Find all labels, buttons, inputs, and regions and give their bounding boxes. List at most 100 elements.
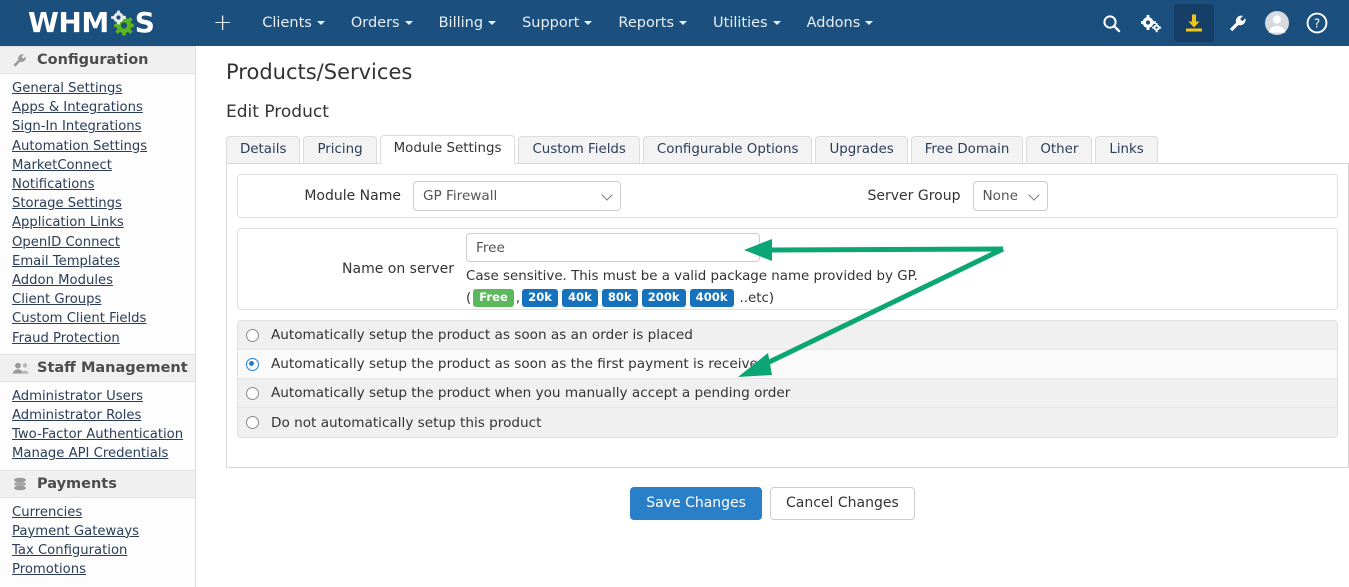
tab-details[interactable]: Details <box>226 136 301 163</box>
module-name-select-wrap: GP Firewall <box>413 181 621 211</box>
brand-text-right: S <box>134 6 155 39</box>
nav-item-utilities[interactable]: Utilities <box>700 0 794 46</box>
sidebar-section-title: Payments <box>37 475 117 492</box>
nav-label-support: Support <box>522 15 580 31</box>
sidebar-item-fraud-protection[interactable]: Fraud Protection <box>12 329 195 348</box>
tab-upgrades[interactable]: Upgrades <box>815 136 908 163</box>
tab-configurable-options[interactable]: Configurable Options <box>642 136 813 163</box>
search-icon[interactable] <box>1091 0 1131 46</box>
radio-no-auto-setup[interactable] <box>246 416 259 429</box>
chevron-down-icon <box>584 21 593 25</box>
package-badge-40k: 40k <box>561 289 598 307</box>
auto-setup-option-label: Do not automatically setup this product <box>271 414 542 431</box>
name-on-server-input[interactable] <box>466 233 760 262</box>
brand-text-left: WHM <box>28 6 109 39</box>
sidebar-item-storage-settings[interactable]: Storage Settings <box>12 194 195 213</box>
sidebar-item-application-links[interactable]: Application Links <box>12 213 195 232</box>
save-changes-button[interactable]: Save Changes <box>630 487 762 520</box>
nav-label-clients: Clients <box>262 15 312 31</box>
user-avatar-icon[interactable] <box>1257 0 1297 46</box>
auto-setup-option-label: Automatically setup the product as soon … <box>271 356 767 372</box>
sidebar-item-marketconnect[interactable]: MarketConnect <box>12 156 195 175</box>
auto-setup-option-manual-accept[interactable]: Automatically setup the product when you… <box>238 379 1337 408</box>
radio-order-placed[interactable] <box>246 328 259 342</box>
name-on-server-row: Name on server Case sensitive. This must… <box>237 228 1338 310</box>
wrench-icon[interactable] <box>1217 0 1257 46</box>
page-title: Products/Services <box>226 60 413 84</box>
module-name-select[interactable]: GP Firewall <box>413 181 621 211</box>
auto-setup-option-order-placed[interactable]: Automatically setup the product as soon … <box>238 321 1337 350</box>
sidebar-section-title: Staff Management <box>37 359 188 376</box>
sidebar-item-addon-modules[interactable]: Addon Modules <box>12 271 195 290</box>
module-settings-panel: Module Name GP Firewall Server Group Non… <box>226 163 1349 468</box>
sidebar-item-administrator-roles[interactable]: Administrator Roles <box>12 406 195 425</box>
badge-separator: , <box>515 290 521 306</box>
download-icon[interactable] <box>1174 4 1214 42</box>
nav-item-orders[interactable]: Orders <box>338 0 426 46</box>
auto-setup-option-first-payment[interactable]: Automatically setup the product as soon … <box>238 350 1337 379</box>
tab-module-settings[interactable]: Module Settings <box>379 135 516 164</box>
package-badge-free: Free <box>473 289 514 307</box>
sidebar-item-administrator-users[interactable]: Administrator Users <box>12 387 195 406</box>
sidebar-item-tax-configuration[interactable]: Tax Configuration <box>12 541 195 560</box>
sidebar-item-automation-settings[interactable]: Automation Settings <box>12 137 195 156</box>
badge-prefix: ( <box>466 290 472 306</box>
sidebar-section-header-staff-management: Staff Management <box>0 353 195 382</box>
chevron-down-icon <box>488 21 497 25</box>
sidebar-section-header-payments: Payments <box>0 469 195 498</box>
chevron-down-icon <box>679 21 688 25</box>
module-selection-row: Module Name GP Firewall Server Group Non… <box>237 174 1338 218</box>
tab-free-domain[interactable]: Free Domain <box>910 136 1024 163</box>
sidebar-item-openid-connect[interactable]: OpenID Connect <box>12 233 195 252</box>
radio-first-payment[interactable] <box>246 357 259 371</box>
nav-label-utilities: Utilities <box>713 15 768 31</box>
sidebar-item-currencies[interactable]: Currencies <box>12 503 195 522</box>
top-navbar: WHM S + Clients Orders Billing Support R… <box>0 0 1349 46</box>
nav-add-button[interactable]: + <box>196 0 249 46</box>
auto-setup-option-none[interactable]: Do not automatically setup this product <box>238 408 1337 437</box>
radio-manual-accept[interactable] <box>246 386 259 400</box>
sidebar-item-manage-api-credentials[interactable]: Manage API Credentials <box>12 444 195 463</box>
sidebar-item-custom-client-fields[interactable]: Custom Client Fields <box>12 309 195 328</box>
chevron-down-icon <box>772 21 781 25</box>
tab-custom-fields[interactable]: Custom Fields <box>518 136 640 163</box>
sidebar-item-notifications[interactable]: Notifications <box>12 175 195 194</box>
auto-setup-option-label: Automatically setup the product as soon … <box>271 327 693 343</box>
nav-item-support[interactable]: Support <box>509 0 605 46</box>
nav-item-billing[interactable]: Billing <box>426 0 509 46</box>
gears-icon[interactable] <box>1131 0 1171 46</box>
cancel-changes-button[interactable]: Cancel Changes <box>769 487 915 520</box>
tab-pricing[interactable]: Pricing <box>303 136 377 163</box>
sidebar-item-client-groups[interactable]: Client Groups <box>12 290 195 309</box>
chevron-down-icon <box>404 21 413 25</box>
nav-item-clients[interactable]: Clients <box>249 0 338 46</box>
nav-item-reports[interactable]: Reports <box>605 0 700 46</box>
server-group-select[interactable]: None <box>972 181 1048 211</box>
tab-other[interactable]: Other <box>1026 136 1093 163</box>
sidebar-section-title: Configuration <box>37 52 149 68</box>
sidebar-item-general-settings[interactable]: General Settings <box>12 79 195 98</box>
gear-logo-icon <box>109 10 135 36</box>
sidebar-item-email-templates[interactable]: Email Templates <box>12 252 195 271</box>
whmcs-logo[interactable]: WHM S <box>0 0 196 46</box>
tab-links[interactable]: Links <box>1095 136 1158 163</box>
svg-text:?: ? <box>1314 17 1320 31</box>
sidebar-item-two-factor-authentication[interactable]: Two-Factor Authentication <box>12 425 195 444</box>
nav-label-orders: Orders <box>350 15 400 31</box>
wrench-icon <box>12 53 34 68</box>
auto-setup-options-group: Automatically setup the product as soon … <box>237 320 1338 438</box>
sidebar-item-sign-in-integrations[interactable]: Sign-In Integrations <box>12 117 195 136</box>
sidebar-item-payment-gateways[interactable]: Payment Gateways <box>12 522 195 541</box>
chevron-down-icon <box>865 21 874 25</box>
nav-item-addons[interactable]: Addons <box>794 0 887 46</box>
sidebar-item-apps-integrations[interactable]: Apps & Integrations <box>12 98 195 117</box>
name-on-server-help-text: Case sensitive. This must be a valid pac… <box>466 269 918 284</box>
nav-label-billing: Billing <box>438 15 484 31</box>
nav-label-addons: Addons <box>806 15 861 31</box>
sidebar-item-promotions[interactable]: Promotions <box>12 560 195 579</box>
name-on-server-field-column: Case sensitive. This must be a valid pac… <box>466 231 918 307</box>
form-action-buttons: Save Changes Cancel Changes <box>212 487 1333 520</box>
help-circle-icon[interactable]: ? <box>1297 0 1337 46</box>
name-on-server-label: Name on server <box>342 261 454 277</box>
coins-icon <box>12 477 34 491</box>
